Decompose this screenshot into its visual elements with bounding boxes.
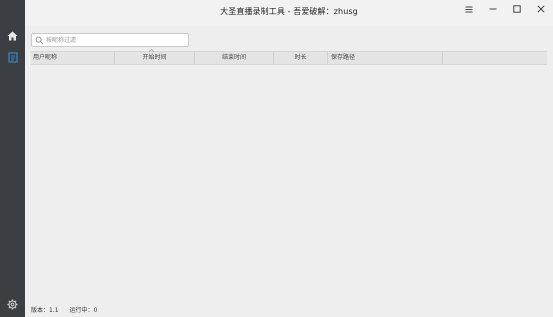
running-count-label: 运行中：0 [69, 307, 98, 314]
minimize-button[interactable] [480, 0, 505, 18]
nav-rail [0, 0, 25, 317]
filter-search-box [31, 33, 189, 47]
sort-indicator-icon [149, 49, 154, 52]
column-header-duration[interactable]: 时长 [274, 52, 328, 64]
app-window: 大圣直播录制工具 - 吾爱破解：zhusg 按昵称过滤 用户昵称 开始时间 结束… [0, 0, 553, 317]
column-header-user[interactable]: 用户昵称 [31, 52, 115, 64]
maximize-button[interactable] [504, 0, 529, 18]
gear-icon [7, 298, 18, 310]
search-input[interactable] [46, 34, 184, 46]
nav-home-button[interactable] [0, 25, 25, 47]
status-bar: 版本：1.1 运行中：0 [31, 305, 106, 314]
records-table: 用户昵称 开始时间 结束时间 时长 保存路径 [31, 49, 547, 65]
menu-button[interactable] [456, 0, 481, 18]
list-icon [7, 51, 18, 63]
title-bar: 大圣直播录制工具 - 吾爱破解：zhusg [25, 0, 553, 26]
hamburger-menu-icon [465, 6, 472, 12]
close-icon [536, 5, 545, 13]
version-label: 版本：1.1 [31, 307, 59, 314]
close-button[interactable] [528, 0, 553, 18]
column-header-save-path[interactable]: 保存路径 [328, 52, 443, 64]
search-icon [35, 36, 44, 45]
nav-settings-button[interactable] [0, 293, 25, 315]
home-icon [7, 31, 18, 41]
maximize-icon [512, 5, 521, 13]
column-header-start-time[interactable]: 开始时间 [115, 52, 195, 64]
column-header-filler [443, 52, 547, 64]
column-header-end-time[interactable]: 结束时间 [195, 52, 274, 64]
minimize-icon [489, 8, 496, 10]
nav-records-button[interactable] [0, 46, 25, 68]
